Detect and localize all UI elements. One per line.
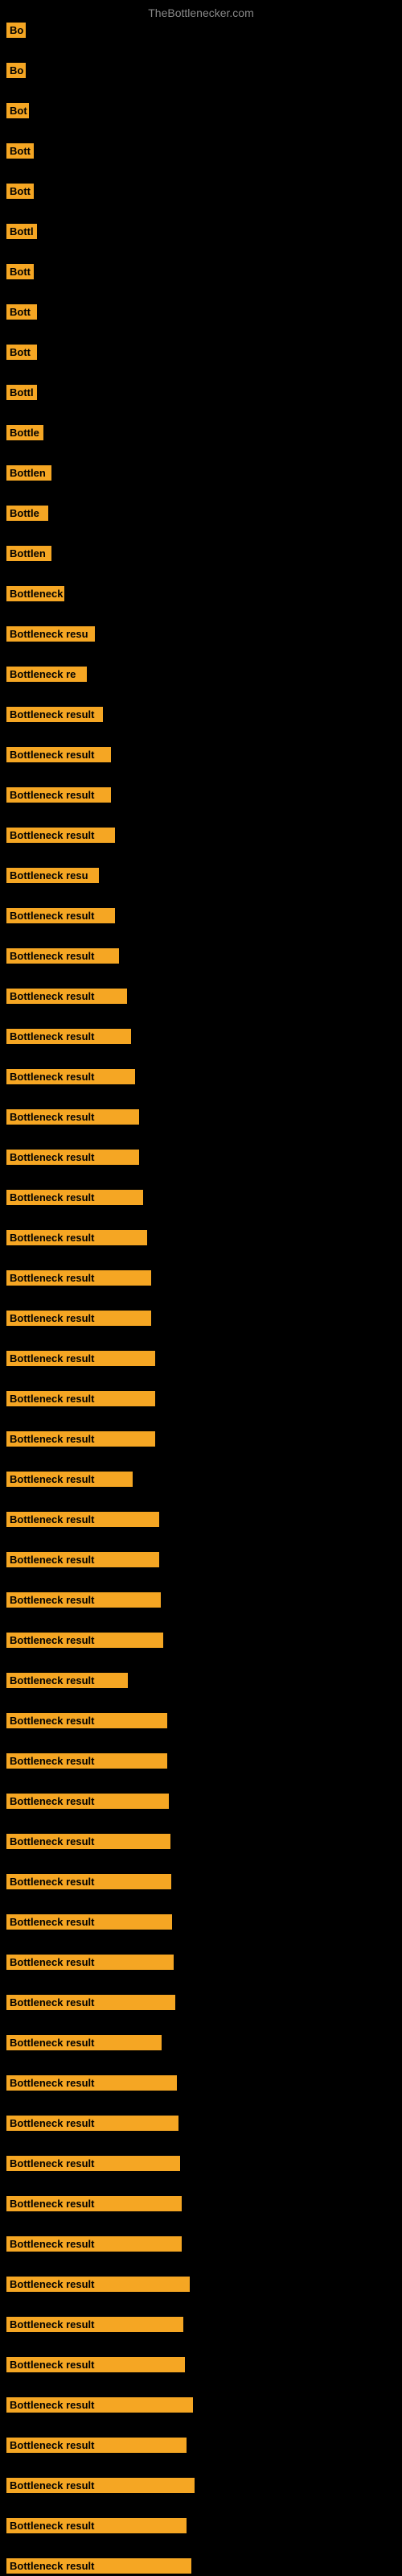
bottleneck-result-item: Bottleneck result bbox=[6, 989, 127, 1004]
bottleneck-result-item: Bo bbox=[6, 23, 26, 38]
bottleneck-result-item: Bottleneck result bbox=[6, 1069, 135, 1084]
bottleneck-result-item: Bo bbox=[6, 63, 26, 78]
bottleneck-result-item: Bottleneck result bbox=[6, 2236, 182, 2252]
bottleneck-result-item: Bottleneck result bbox=[6, 1633, 163, 1648]
bottleneck-result-item: Bottleneck result bbox=[6, 1311, 151, 1326]
bottleneck-result-item: Bottleneck result bbox=[6, 1713, 167, 1728]
bottleneck-result-item: Bottleneck result bbox=[6, 1552, 159, 1567]
bottleneck-result-item: Bottleneck result bbox=[6, 1270, 151, 1286]
bottleneck-result-item: Bottl bbox=[6, 385, 37, 400]
bottleneck-result-item: Bottleneck result bbox=[6, 2518, 187, 2533]
bottleneck-result-item: Bottleneck result bbox=[6, 2196, 182, 2211]
bottleneck-result-item: Bottleneck result bbox=[6, 1834, 170, 1849]
bottleneck-result-item: Bott bbox=[6, 345, 37, 360]
bottleneck-result-item: Bottl bbox=[6, 224, 37, 239]
bottleneck-result-item: Bott bbox=[6, 143, 34, 159]
bottleneck-result-item: Bottleneck result bbox=[6, 1029, 131, 1044]
bottleneck-result-item: Bottleneck result bbox=[6, 1230, 147, 1245]
bottleneck-result-item: Bottleneck result bbox=[6, 2116, 178, 2131]
bottleneck-result-item: Bottleneck result bbox=[6, 1431, 155, 1447]
bottleneck-result-item: Bottleneck result bbox=[6, 1673, 128, 1688]
bottleneck-result-item: Bottleneck result bbox=[6, 1190, 143, 1205]
bottleneck-result-item: Bottleneck resu bbox=[6, 868, 99, 883]
bottleneck-result-item: Bottleneck result bbox=[6, 1794, 169, 1809]
bottleneck-result-item: Bottleneck result bbox=[6, 2558, 191, 2574]
bottleneck-result-item: Bottleneck result bbox=[6, 1472, 133, 1487]
bottleneck-result-item: Bottleneck result bbox=[6, 2397, 193, 2413]
bottleneck-result-item: Bottleneck result bbox=[6, 908, 115, 923]
bottleneck-result-item: Bottleneck result bbox=[6, 2357, 185, 2372]
site-title: TheBottlenecker.com bbox=[148, 6, 254, 19]
bottleneck-result-item: Bottleneck result bbox=[6, 1914, 172, 1930]
bottleneck-result-item: Bottlen bbox=[6, 465, 51, 481]
bottleneck-result-item: Bottleneck result bbox=[6, 707, 103, 722]
bottleneck-result-item: Bottleneck result bbox=[6, 2156, 180, 2171]
bottleneck-result-item: Bottleneck result bbox=[6, 1351, 155, 1366]
bottleneck-result-item: Bottleneck result bbox=[6, 1592, 161, 1608]
bottleneck-result-item: Bottleneck result bbox=[6, 828, 115, 843]
bottleneck-result-item: Bottleneck result bbox=[6, 747, 111, 762]
bottleneck-result-item: Bott bbox=[6, 264, 34, 279]
bottleneck-result-item: Bottleneck result bbox=[6, 1753, 167, 1769]
bottleneck-result-item: Bot bbox=[6, 103, 29, 118]
bottleneck-result-item: Bottle bbox=[6, 425, 43, 440]
bottleneck-result-item: Bottleneck result bbox=[6, 948, 119, 964]
bottleneck-result-item: Bottleneck resu bbox=[6, 626, 95, 642]
bottleneck-result-item: Bottleneck bbox=[6, 586, 64, 601]
bottleneck-result-item: Bottleneck result bbox=[6, 1955, 174, 1970]
bottleneck-result-item: Bottleneck result bbox=[6, 1150, 139, 1165]
bottleneck-result-item: Bottleneck result bbox=[6, 2277, 190, 2292]
bottleneck-result-item: Bott bbox=[6, 304, 37, 320]
bottleneck-result-item: Bottleneck re bbox=[6, 667, 87, 682]
bottleneck-result-item: Bottleneck result bbox=[6, 1874, 171, 1889]
bottleneck-result-item: Bottleneck result bbox=[6, 2478, 195, 2493]
bottleneck-result-item: Bottleneck result bbox=[6, 2035, 162, 2050]
bottleneck-result-item: Bottleneck result bbox=[6, 2075, 177, 2091]
bottleneck-result-item: Bottle bbox=[6, 506, 48, 521]
bottleneck-result-item: Bott bbox=[6, 184, 34, 199]
bottleneck-result-item: Bottleneck result bbox=[6, 1109, 139, 1125]
bottleneck-result-item: Bottleneck result bbox=[6, 1391, 155, 1406]
bottleneck-result-item: Bottleneck result bbox=[6, 2438, 187, 2453]
bottleneck-result-item: Bottleneck result bbox=[6, 2317, 183, 2332]
bottleneck-result-item: Bottlen bbox=[6, 546, 51, 561]
bottleneck-result-item: Bottleneck result bbox=[6, 787, 111, 803]
bottleneck-result-item: Bottleneck result bbox=[6, 1512, 159, 1527]
bottleneck-result-item: Bottleneck result bbox=[6, 1995, 175, 2010]
